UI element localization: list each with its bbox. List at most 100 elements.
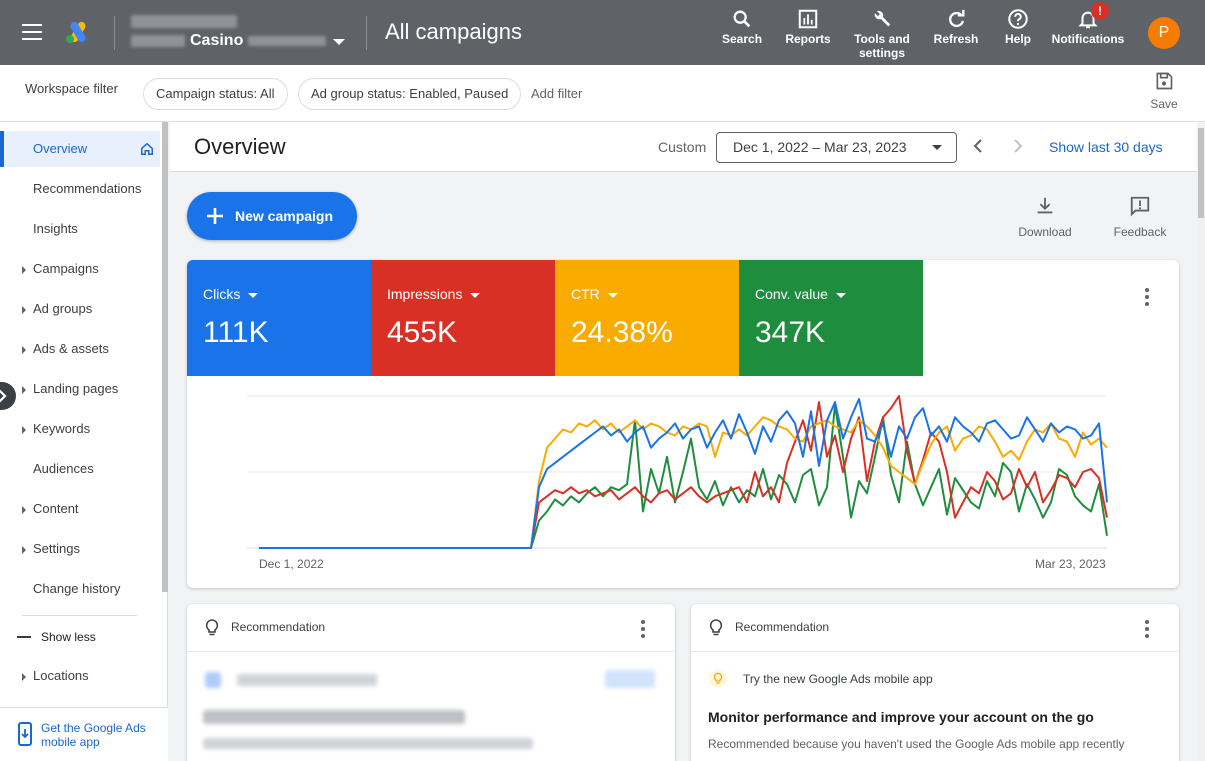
nav-item-audiences[interactable]: Audiences	[0, 451, 160, 487]
refresh-label: Refresh	[933, 32, 979, 46]
nav-item-settings[interactable]: Settings	[0, 531, 160, 567]
expand-icon	[22, 426, 26, 434]
top-bar: Casino All campaigns Search Reports Tool…	[0, 0, 1205, 65]
scrollbar-thumb[interactable]	[1198, 128, 1204, 218]
nav-item-change-history[interactable]: Change history	[0, 571, 160, 607]
nav-item-landing-pages[interactable]: Landing pages	[0, 371, 160, 407]
nav-item-locations[interactable]: Locations	[0, 658, 160, 694]
feedback-label: Feedback	[1113, 225, 1167, 239]
metric-clicks[interactable]: Clicks 111K	[187, 260, 371, 376]
mobile-app-promo-link[interactable]: Get the Google Ads mobile app	[41, 721, 161, 749]
expand-icon	[22, 346, 26, 354]
phone-icon	[18, 722, 32, 746]
recommendation-title: Recommendation	[231, 620, 326, 634]
help-button[interactable]: Help	[1000, 8, 1036, 46]
expand-icon	[22, 673, 26, 681]
save-button[interactable]: Save	[1147, 71, 1181, 111]
chevron-right-icon	[0, 389, 7, 403]
metric-label-text: Impressions	[387, 286, 463, 302]
main-scrollbar[interactable]	[1197, 122, 1205, 761]
custom-label: Custom	[658, 139, 707, 155]
recommendation-description: Recommended because you haven't used the…	[708, 737, 1125, 751]
chevron-down-icon	[248, 292, 259, 298]
nav-item-overview[interactable]: Overview	[0, 131, 160, 167]
nav-item-label: Content	[33, 501, 79, 516]
nav-scrollbar[interactable]	[162, 122, 168, 592]
nav-item-label: Locations	[33, 668, 89, 683]
mobile-app-promo[interactable]: Get the Google Ads mobile app	[0, 707, 168, 761]
feedback-button[interactable]: Feedback	[1110, 195, 1170, 239]
save-icon	[1156, 72, 1173, 90]
show-less-button[interactable]: Show less	[41, 630, 96, 644]
download-label: Download	[1018, 225, 1072, 239]
blurred-description	[203, 738, 533, 749]
menu-icon[interactable]	[22, 24, 42, 40]
search-button[interactable]: Search	[722, 8, 762, 46]
nav-item-content[interactable]: Content	[0, 491, 160, 527]
tools-and-settings-button[interactable]: Tools and settings	[850, 8, 914, 60]
blurred-text	[237, 674, 377, 686]
add-filter-button[interactable]: Add filter	[531, 86, 582, 101]
lightbulb-icon	[709, 670, 727, 688]
overview-header: Overview Custom Dec 1, 2022 – Mar 23, 20…	[170, 122, 1197, 172]
next-period-icon[interactable]	[1010, 138, 1026, 154]
divider	[366, 16, 367, 50]
more-options-icon[interactable]	[1145, 288, 1149, 309]
notifications-label: Notifications	[1051, 32, 1125, 46]
nav-item-label: Ad groups	[33, 301, 93, 316]
previous-period-icon[interactable]	[970, 138, 986, 154]
refresh-icon	[949, 9, 965, 28]
more-options-icon[interactable]	[1145, 620, 1149, 641]
nav-item-ad-groups[interactable]: Ad groups	[0, 291, 160, 327]
metric-conv-value[interactable]: Conv. value 347K	[739, 260, 923, 376]
new-campaign-label: New campaign	[235, 208, 334, 224]
reports-button[interactable]: Reports	[785, 8, 831, 46]
refresh-button[interactable]: Refresh	[932, 8, 980, 46]
nav-divider	[22, 615, 137, 616]
nav-item-ads-assets[interactable]: Ads & assets	[0, 331, 160, 367]
date-dropdown-icon[interactable]	[932, 145, 942, 150]
chevron-down-icon	[835, 292, 846, 298]
nav-item-insights[interactable]: Insights	[0, 211, 160, 247]
recommendation-header: Recommendation	[187, 604, 675, 652]
date-range-picker[interactable]: Dec 1, 2022 – Mar 23, 2023	[716, 132, 957, 163]
recommendation-card-mobile-app: Recommendation Try the new Google Ads mo…	[691, 604, 1179, 761]
avatar[interactable]: P	[1148, 17, 1180, 49]
account-dropdown-icon[interactable]	[333, 39, 345, 45]
expand-icon	[22, 506, 26, 514]
ad-group-status-filter-chip[interactable]: Ad group status: Enabled, Paused	[298, 78, 522, 110]
metric-label: CTR	[571, 286, 618, 302]
metric-impressions[interactable]: Impressions 455K	[371, 260, 555, 376]
expand-icon	[22, 266, 26, 274]
nav-item-campaigns[interactable]: Campaigns	[0, 251, 160, 287]
nav-item-label: Settings	[33, 541, 80, 556]
account-name[interactable]: Casino	[190, 32, 243, 50]
nav-item-label: Keywords	[33, 421, 91, 436]
blurred-badge	[605, 670, 655, 688]
workspace-filter-label[interactable]: Workspace filter	[25, 81, 118, 96]
show-last-30-days-link[interactable]: Show last 30 days	[1049, 139, 1163, 155]
nav-item-label: Campaigns	[33, 261, 99, 276]
new-campaign-button[interactable]: New campaign	[187, 192, 357, 240]
x-axis-end-label: Mar 23, 2023	[1035, 557, 1106, 571]
nav-item-keywords[interactable]: Keywords	[0, 411, 160, 447]
chevron-down-icon	[470, 292, 481, 298]
metric-ctr[interactable]: CTR 24.38%	[555, 260, 739, 376]
download-icon	[1037, 197, 1053, 214]
more-options-icon[interactable]	[641, 620, 645, 641]
expand-icon	[22, 546, 26, 554]
nav-item-label: Change history	[33, 581, 121, 596]
left-navigation: Overview Recommendations Insights Campai…	[0, 122, 168, 761]
overview-title: Overview	[194, 134, 286, 159]
recommendation-heading: Monitor performance and improve your acc…	[708, 709, 1094, 725]
campaign-status-filter-chip[interactable]: Campaign status: All	[143, 78, 288, 110]
filter-bar: Workspace filter Campaign status: All Ad…	[0, 65, 1205, 122]
divider	[114, 16, 115, 50]
account-prefix-blurred	[131, 35, 185, 47]
nav-item-label: Ads & assets	[33, 341, 109, 356]
notifications-button[interactable]: Notifications	[1049, 8, 1127, 46]
download-button[interactable]: Download	[1015, 195, 1075, 239]
collapse-dash-icon	[17, 636, 31, 638]
lightbulb-icon	[205, 619, 219, 636]
nav-item-recommendations[interactable]: Recommendations	[0, 171, 160, 207]
